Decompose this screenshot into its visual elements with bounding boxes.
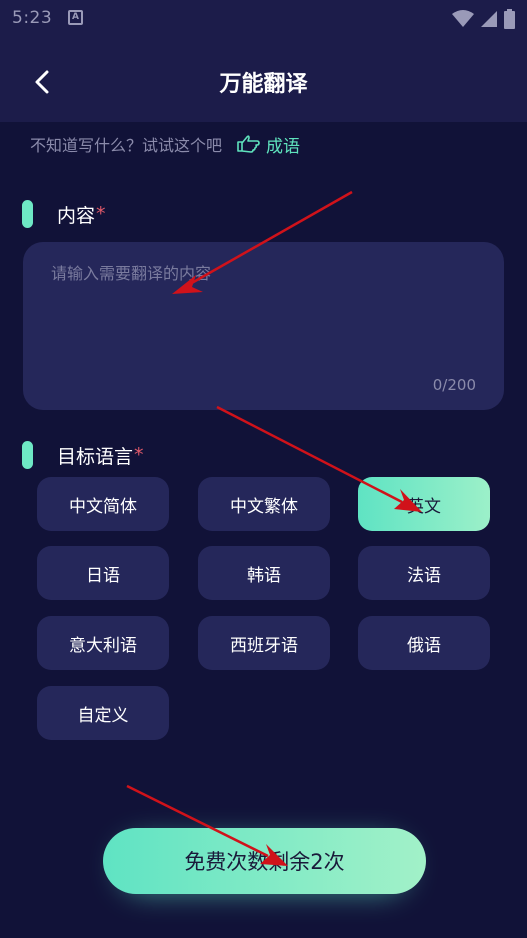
language-option[interactable]: 中文简体 [37,477,169,531]
app-header: 万能翻译 [0,38,527,122]
content-label: 内容 [57,204,96,227]
language-option[interactable]: 法语 [358,546,490,600]
status-time: 5:23 [12,8,53,28]
hint-row: 不知道写什么？试试这个吧 成语 [30,131,300,157]
language-option[interactable]: 日语 [37,546,169,600]
signal-icon [481,11,497,27]
language-label: 目标语言 [57,445,134,468]
language-option[interactable]: 意大利语 [37,616,169,670]
character-counter: 0/200 [432,376,476,394]
pointing-hand-icon [237,135,260,153]
status-icons [452,8,515,30]
language-section-label: 目标语言 * [22,440,144,470]
language-option-selected[interactable]: 英文 [358,477,490,531]
content-input[interactable] [51,260,471,370]
section-marker [22,200,33,228]
wifi-icon [452,10,474,27]
idiom-link-label: 成语 [266,136,301,157]
app-screen: 5:23 A 万能翻译 不知道写什么？试试这个吧 成语 内容 * 请输入需要翻译… [0,0,527,938]
translate-button[interactable]: 免费次数剩余2次 [103,828,426,894]
language-option[interactable]: 韩语 [198,546,330,600]
status-bar: 5:23 A [0,0,527,38]
content-box: 0/200 [23,242,504,410]
content-section-label: 内容 * [22,199,106,229]
section-marker [22,441,33,469]
notification-icon: A [68,10,83,25]
language-option[interactable]: 西班牙语 [198,616,330,670]
language-option-custom[interactable]: 自定义 [37,686,169,740]
language-option[interactable]: 俄语 [358,616,490,670]
required-mark: * [96,203,106,225]
battery-icon [504,9,515,29]
language-option[interactable]: 中文繁体 [198,477,330,531]
page-title: 万能翻译 [219,72,308,97]
idiom-suggestion-link[interactable]: 成语 [236,132,300,157]
hint-text: 不知道写什么？试试这个吧 [30,136,223,155]
required-mark: * [134,444,144,466]
